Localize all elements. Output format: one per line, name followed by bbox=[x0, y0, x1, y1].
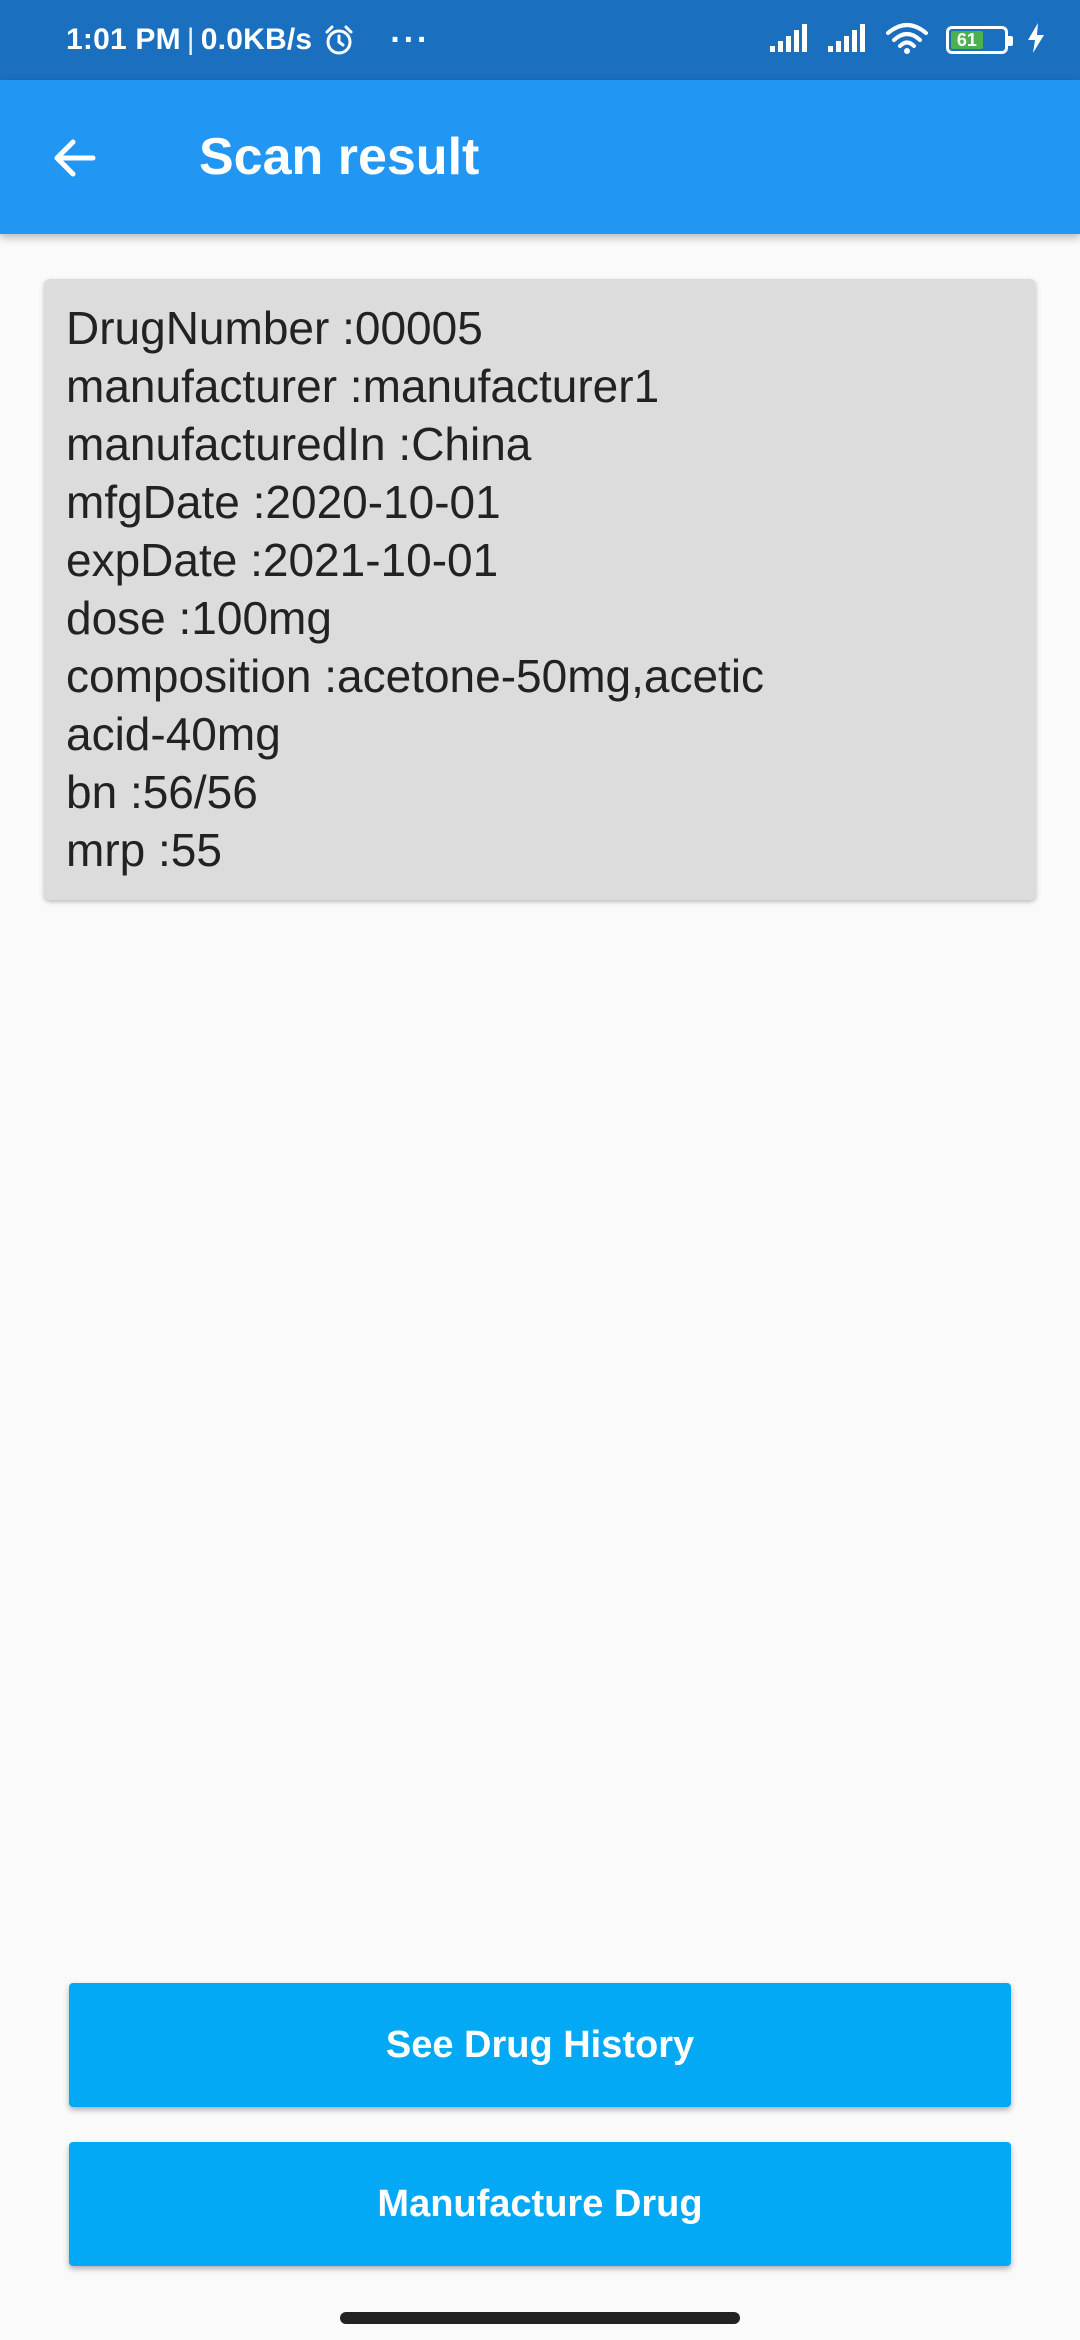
signal-icon bbox=[828, 23, 868, 57]
app-bar: Scan result bbox=[0, 80, 1080, 234]
result-line: mfgDate :2020-10-01 bbox=[66, 476, 501, 528]
status-bar: 1:01 PM | 0.0KB/s ··· 61 bbox=[0, 0, 1080, 80]
battery-level: 61 bbox=[951, 30, 983, 50]
more-notifications-icon: ··· bbox=[390, 20, 431, 59]
result-line: DrugNumber :00005 bbox=[66, 302, 483, 354]
result-line: bn :56/56 bbox=[66, 766, 258, 818]
status-time: 1:01 PM bbox=[66, 23, 181, 56]
page-title: Scan result bbox=[199, 128, 480, 186]
scan-result-card: DrugNumber :00005 manufacturer :manufact… bbox=[44, 279, 1036, 900]
see-drug-history-button[interactable]: See Drug History bbox=[69, 1983, 1011, 2107]
network-speed: 0.0KB/s bbox=[200, 23, 313, 56]
result-line: manufacturedIn :China bbox=[66, 418, 532, 470]
signal-icon bbox=[770, 23, 810, 57]
status-separator: | bbox=[186, 23, 195, 56]
result-line: mrp :55 bbox=[66, 824, 222, 876]
result-line: dose :100mg bbox=[66, 592, 332, 644]
wifi-icon bbox=[886, 22, 928, 59]
result-line: composition :acetone-50mg,acetic bbox=[66, 650, 765, 702]
home-gesture-bar[interactable] bbox=[340, 2312, 740, 2324]
scan-result-text: DrugNumber :00005 manufacturer :manufact… bbox=[66, 299, 1014, 879]
charging-icon bbox=[1026, 22, 1046, 58]
alarm-icon bbox=[322, 23, 356, 57]
result-line: acid-40mg bbox=[66, 708, 281, 760]
arrow-left-icon bbox=[49, 133, 99, 188]
status-left: 1:01 PM | 0.0KB/s ··· bbox=[66, 0, 430, 80]
result-line: expDate :2021-10-01 bbox=[66, 534, 499, 586]
manufacture-drug-button[interactable]: Manufacture Drug bbox=[69, 2142, 1011, 2266]
status-right: 61 bbox=[770, 0, 1046, 80]
back-button[interactable] bbox=[34, 120, 114, 200]
battery-icon: 61 bbox=[946, 26, 1013, 54]
result-line: manufacturer :manufacturer1 bbox=[66, 360, 660, 412]
